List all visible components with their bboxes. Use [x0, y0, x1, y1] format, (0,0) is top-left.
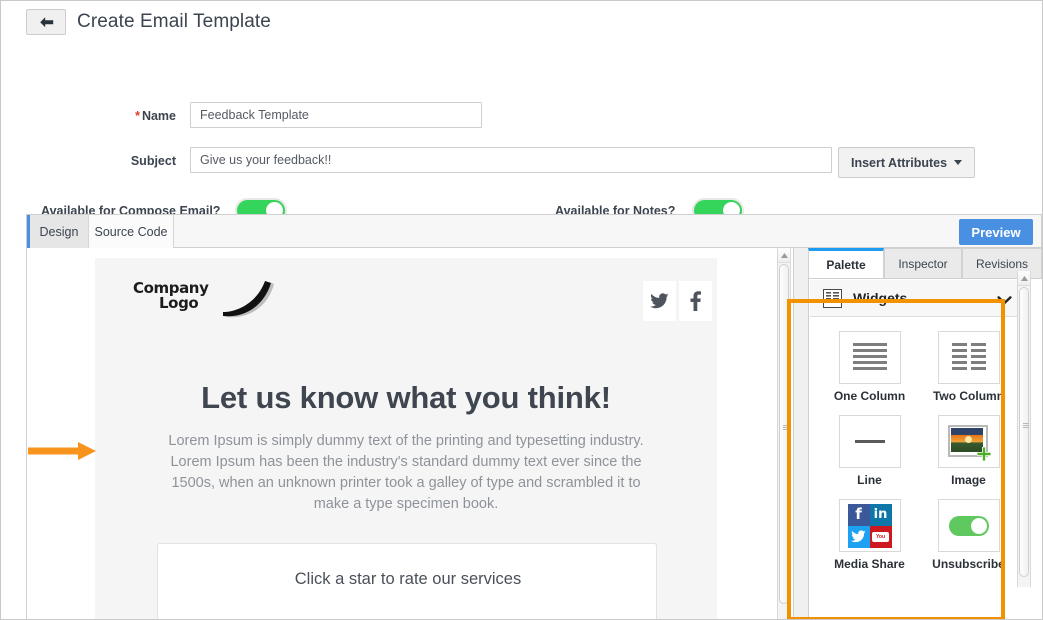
design-canvas[interactable]: Company Logo Let us know what you think!…: [27, 248, 792, 619]
name-label-text: Name: [141, 109, 176, 123]
widget-unsubscribe[interactable]: Unsubscribe: [920, 499, 1017, 571]
widget-two-column[interactable]: Two Column: [920, 331, 1017, 403]
email-paragraph: Lorem Ipsum is simply dummy text of the …: [168, 433, 644, 512]
page-header: Create Email Template: [1, 1, 1042, 45]
widget-label: Line: [857, 473, 882, 487]
back-arrow-icon: [38, 16, 55, 29]
palette-panel: Palette Inspector Revisions Widgets One …: [793, 248, 1042, 619]
widget-tile: [937, 499, 1000, 552]
two-column-icon: [951, 342, 986, 373]
widget-image[interactable]: Image: [920, 415, 1017, 487]
editor-tabbar: Design Source Code Preview: [27, 215, 1041, 248]
widget-tile: [937, 415, 1000, 468]
tab-source-code[interactable]: Source Code: [89, 215, 174, 248]
scrollbar-grip: [1023, 423, 1029, 428]
tab-inspector[interactable]: Inspector: [884, 248, 962, 278]
tab-palette[interactable]: Palette: [808, 248, 884, 278]
widgets-grid: One Column Two Column Line Image f in Yo…: [810, 317, 1028, 607]
company-logo-text: Company Logo: [133, 280, 209, 313]
scrollbar-grip: [783, 425, 789, 430]
canvas-scrollbar[interactable]: [777, 248, 791, 619]
subject-label: Subject: [130, 154, 176, 168]
widget-label: One Column: [833, 389, 906, 403]
unsubscribe-toggle-icon: [948, 515, 989, 536]
orange-pointer-arrow: [28, 441, 98, 466]
page-title: Create Email Template: [77, 11, 271, 32]
name-input[interactable]: [190, 102, 482, 128]
email-heading: Let us know what you think!: [201, 380, 611, 415]
widget-label: Image: [951, 473, 986, 487]
palette-scrollbar[interactable]: [1017, 271, 1031, 587]
preview-button[interactable]: Preview: [959, 219, 1033, 245]
scroll-up-arrow-icon[interactable]: [778, 248, 790, 263]
logo-swoosh-icon: [223, 281, 274, 318]
widgets-grid-icon: [823, 288, 842, 308]
widget-label: Unsubscribe: [932, 557, 1005, 571]
template-form: *Name Subject Insert Attributes Availabl…: [1, 45, 1042, 223]
facebook-button[interactable]: [679, 281, 712, 321]
scroll-up-arrow-icon[interactable]: [1018, 271, 1030, 286]
chevron-down-icon[interactable]: [997, 293, 1012, 311]
back-button[interactable]: [26, 9, 66, 35]
widget-one-column[interactable]: One Column: [821, 331, 918, 403]
create-email-template-page: Create Email Template *Name Subject Inse…: [0, 0, 1043, 620]
media-share-icon: f in You: [847, 503, 892, 548]
twitter-icon: [650, 293, 669, 309]
twitter-button[interactable]: [643, 281, 676, 321]
rating-block[interactable]: Click a star to rate our services: [157, 543, 657, 619]
one-column-icon: [852, 342, 887, 373]
widget-tile: f in You: [838, 499, 901, 552]
insert-attributes-button[interactable]: Insert Attributes: [838, 147, 976, 178]
widget-label: Two Column: [932, 389, 1005, 403]
widget-media-share[interactable]: f in You Media Share: [821, 499, 918, 571]
insert-attributes-label: Insert Attributes: [851, 155, 948, 170]
line-icon: [854, 440, 885, 443]
widget-label: Media Share: [834, 557, 905, 571]
template-editor: Design Source Code Preview Company Logo: [26, 214, 1042, 619]
scrollbar-thumb[interactable]: [1019, 287, 1029, 577]
tab-design[interactable]: Design: [27, 215, 89, 248]
subject-input[interactable]: [190, 147, 832, 173]
email-sheet: Company Logo Let us know what you think!…: [95, 258, 717, 619]
required-marker: *: [135, 109, 140, 123]
chevron-down-icon: [954, 160, 963, 165]
facebook-icon: [690, 291, 701, 311]
widgets-section-header[interactable]: Widgets: [810, 280, 1028, 317]
widgets-section-title: Widgets: [853, 290, 908, 306]
palette-tabbar: Palette Inspector Revisions: [794, 248, 1042, 278]
palette-body: Widgets One Column Two Column Line Image…: [808, 278, 1042, 619]
widget-tile: [937, 331, 1000, 384]
scrollbar-thumb[interactable]: [779, 264, 789, 604]
image-add-icon: [947, 424, 991, 461]
logo-line-2: Logo: [159, 294, 199, 313]
rating-prompt: Click a star to rate our services: [294, 570, 522, 588]
company-logo: Company Logo: [133, 280, 283, 320]
name-label: * Name: [61, 109, 176, 123]
widget-line[interactable]: Line: [821, 415, 918, 487]
widget-tile: [838, 331, 901, 384]
widget-tile: [838, 415, 901, 468]
